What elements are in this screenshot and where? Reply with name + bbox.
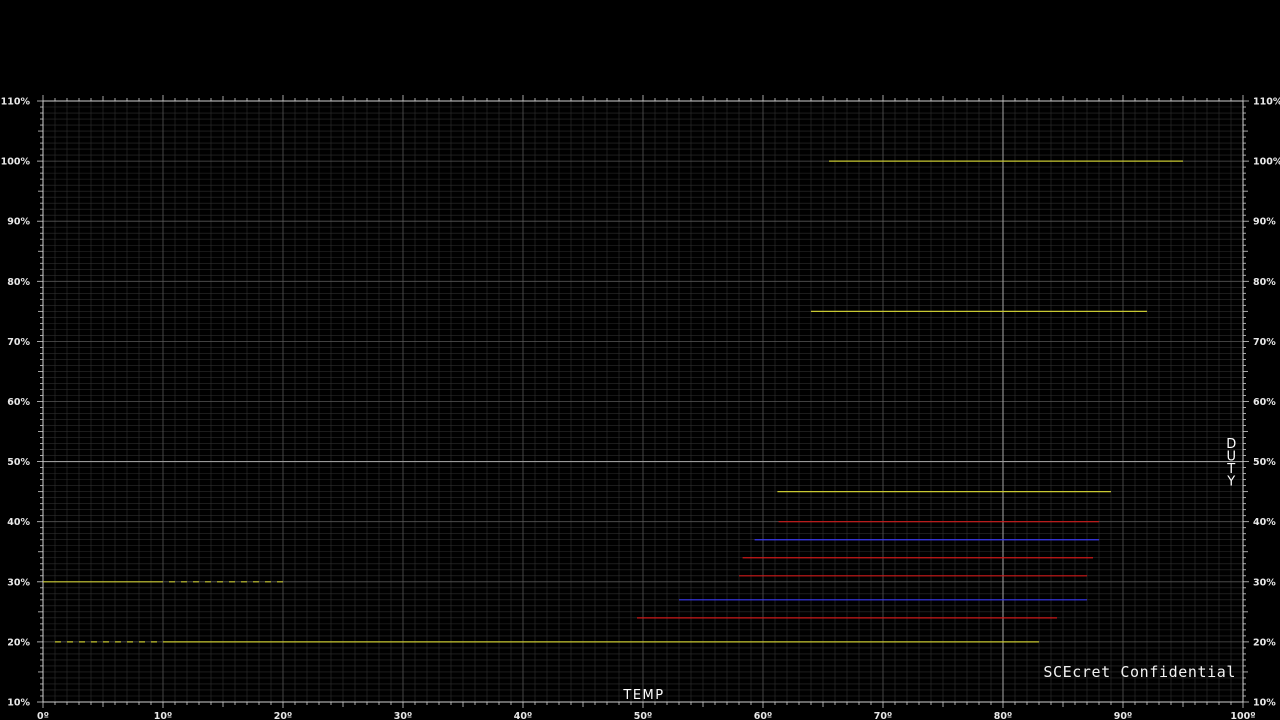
y-tick-label-right: 20% [1253,637,1276,648]
y-tick-label-left: 10% [7,698,30,709]
x-tick-label: 70º [874,711,893,720]
y-tick-label-right: 60% [1253,397,1276,408]
x-tick-label: 90º [1114,711,1133,720]
y-axis-title-letter: Y [1226,475,1236,490]
x-tick-label: 80º [994,711,1013,720]
x-tick-label: 40º [514,711,533,720]
duty-temp-chart: 0º 10º 20º 30º 40º 50º 60º 70º 80º 90º 100º 10% 10% 2… [0,0,1280,720]
y-tick-label-right: 110% [1253,97,1280,108]
y-tick-label-left: 100% [1,157,31,168]
y-tick-label-left: 70% [7,337,30,348]
y-axis-title: DUTY [1226,437,1238,490]
y-tick-label-left: 90% [7,217,30,228]
y-tick-label-left: 20% [7,637,30,648]
x-tick-label: 50º [634,711,653,720]
y-tick-label-right: 30% [1253,577,1276,588]
y-tick-label-right: 40% [1253,517,1276,528]
x-tick-label: 10º [154,711,173,720]
y-tick-label-left: 40% [7,517,30,528]
x-tick-label: 30º [394,711,413,720]
y-tick-label-right: 50% [1253,457,1276,468]
x-tick-label: 60º [754,711,773,720]
y-tick-label-left: 80% [7,277,30,288]
x-tick-label: 20º [274,711,293,720]
watermark-text: SCEcret Confidential [1043,663,1236,681]
y-tick-label-right: 100% [1253,157,1280,168]
y-tick-label-left: 50% [7,457,30,468]
y-tick-label-right: 90% [1253,217,1276,228]
x-axis-title: TEMP [622,688,664,703]
y-tick-label-left: 110% [1,97,31,108]
y-tick-label-left: 60% [7,397,30,408]
y-tick-label-right: 10% [1253,698,1276,709]
x-tick-label: 0º [37,711,49,720]
y-tick-label-left: 30% [7,577,30,588]
y-tick-label-right: 80% [1253,277,1276,288]
y-tick-label-right: 70% [1253,337,1276,348]
x-tick-label: 100º [1230,711,1255,720]
